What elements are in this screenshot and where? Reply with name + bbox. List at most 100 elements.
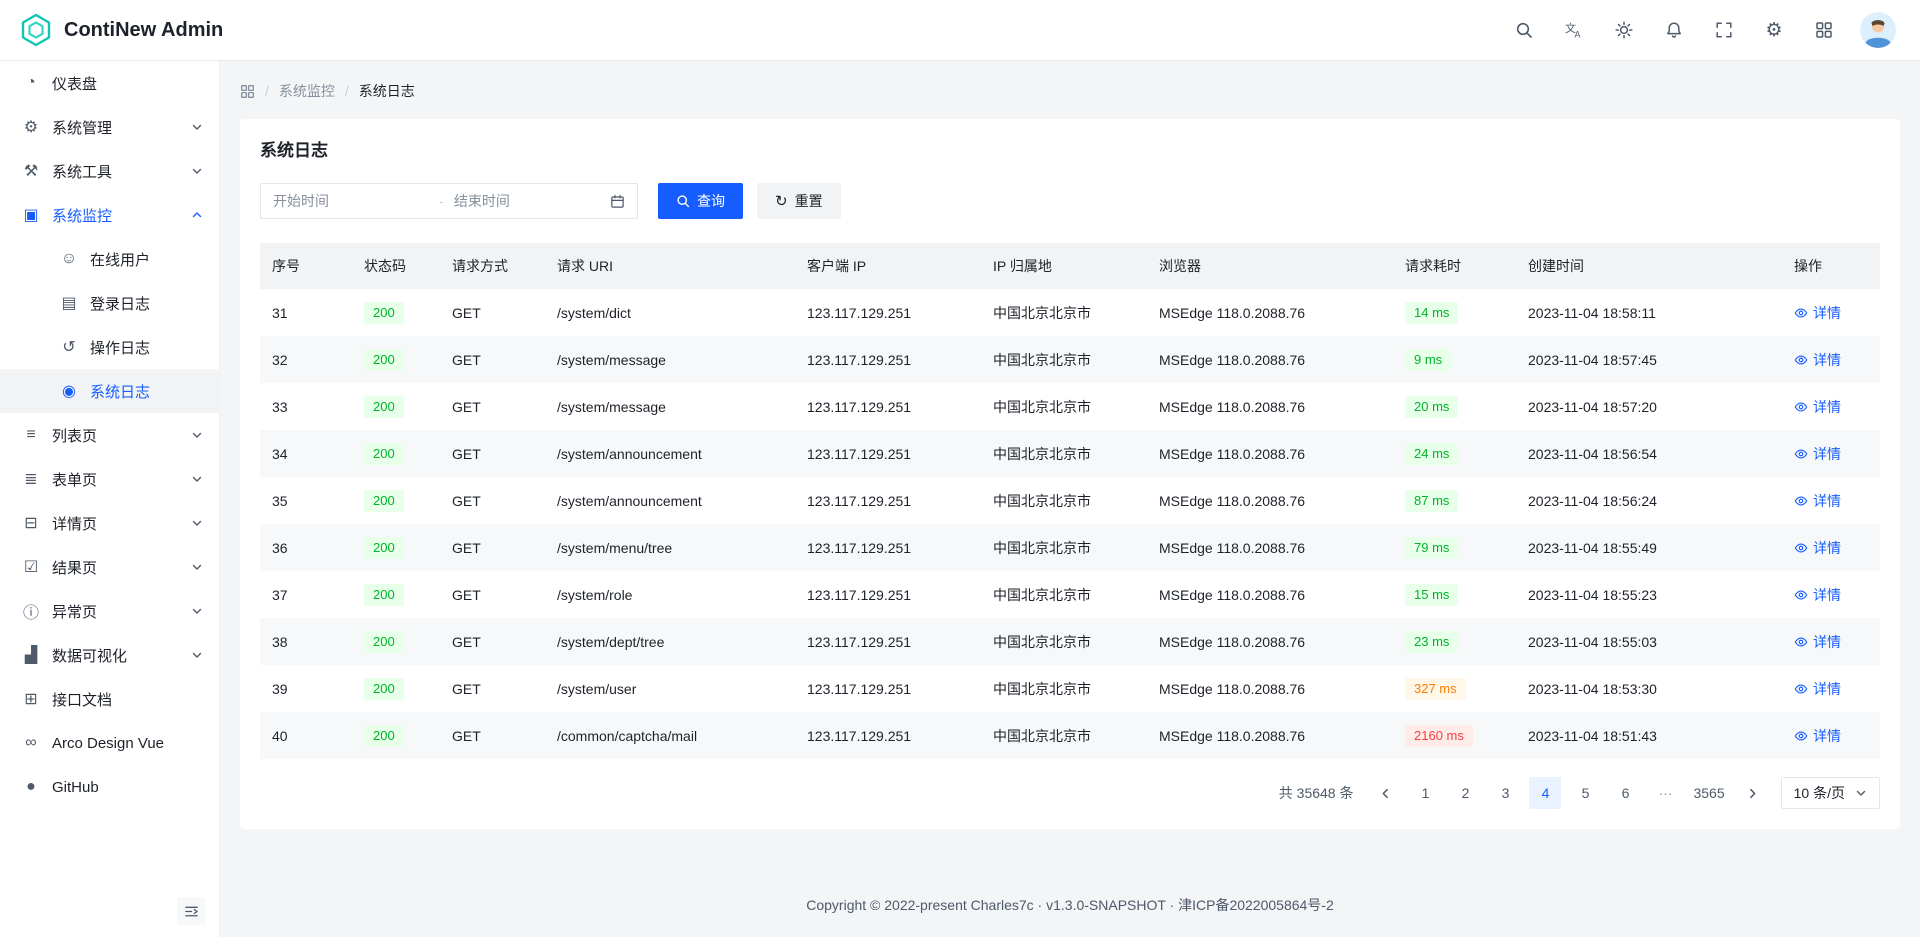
sidebar-item-detail-page[interactable]: ⊟详情页	[0, 501, 219, 545]
sidebar-item-login-log[interactable]: ▤登录日志	[0, 281, 219, 325]
ip-location: 中国北京北京市	[981, 477, 1147, 524]
sidebar-item-label: 仪表盘	[52, 73, 97, 94]
reset-button[interactable]: ↻ 重置	[757, 183, 841, 219]
column-header: 序号	[260, 243, 352, 289]
request-method: GET	[440, 289, 545, 336]
duration-badge: 15 ms	[1405, 584, 1458, 606]
row-no: 32	[260, 336, 352, 383]
detail-link[interactable]: 详情	[1794, 632, 1841, 652]
sidebar-item-data-visualization[interactable]: ▟数据可视化	[0, 633, 219, 677]
row-no: 40	[260, 712, 352, 759]
apps-grid-icon[interactable]	[240, 84, 255, 99]
client-ip: 123.117.129.251	[795, 289, 981, 336]
sidebar-item-arco-design-vue[interactable]: ∞Arco Design Vue	[0, 721, 219, 765]
page-1[interactable]: 1	[1409, 777, 1441, 809]
sidebar-item-form-page[interactable]: ≣表单页	[0, 457, 219, 501]
sidebar-item-system-monitor[interactable]: ▣系统监控	[0, 193, 219, 237]
eye-icon	[1794, 306, 1808, 320]
chevron-down-icon	[191, 165, 203, 177]
log-row: 35200GET/system/announcement123.117.129.…	[260, 477, 1880, 524]
duration-badge: 20 ms	[1405, 396, 1458, 418]
detail-link[interactable]: 详情	[1794, 538, 1841, 558]
detail-link[interactable]: 详情	[1794, 585, 1841, 605]
status-badge: 200	[364, 537, 404, 559]
avatar[interactable]	[1860, 12, 1896, 48]
page-6[interactable]: 6	[1609, 777, 1641, 809]
result-icon: ☑	[21, 557, 41, 577]
sidebar-item-label: 在线用户	[90, 249, 150, 270]
sidebar-item-online-users[interactable]: ☺ 在线用户	[0, 237, 219, 281]
sidebar-item-system-management[interactable]: ⚙系统管理	[0, 105, 219, 149]
footer-copyright: Copyright © 2022-present Charles7c · v1.…	[220, 895, 1920, 915]
tools-icon: ⚒	[21, 161, 41, 181]
status-badge: 200	[364, 584, 404, 606]
duration-badge: 327 ms	[1405, 678, 1466, 700]
next-page-icon[interactable]	[1737, 777, 1769, 809]
eye-icon	[1794, 682, 1808, 696]
breadcrumb: / 系统监控 / 系统日志	[220, 61, 1920, 103]
status-badge: 200	[364, 396, 404, 418]
breadcrumb-parent[interactable]: 系统监控	[279, 81, 335, 101]
prev-page-icon[interactable]	[1369, 777, 1401, 809]
reset-button-label: 重置	[795, 194, 823, 208]
collapse-sidebar-icon[interactable]	[177, 897, 205, 925]
brand: ContiNew Admin	[18, 12, 223, 48]
ip-location: 中国北京北京市	[981, 571, 1147, 618]
online-user-icon: ☺	[59, 250, 79, 268]
translate-icon[interactable]: 文A	[1564, 20, 1584, 40]
sidebar-item-api-doc[interactable]: ⊞接口文档	[0, 677, 219, 721]
detail-link[interactable]: 详情	[1794, 444, 1841, 464]
app-logo-icon	[18, 12, 54, 48]
form-icon: ≣	[21, 469, 41, 489]
detail-link[interactable]: 详情	[1794, 303, 1841, 323]
page-3[interactable]: 3	[1489, 777, 1521, 809]
notification-bell-icon[interactable]	[1664, 20, 1684, 40]
column-header: IP 归属地	[981, 243, 1147, 289]
date-range-picker[interactable]: 开始时间 - 结束时间	[260, 183, 638, 219]
monitor-icon: ▣	[21, 205, 41, 225]
sidebar-item-system-tools[interactable]: ⚒系统工具	[0, 149, 219, 193]
page-5[interactable]: 5	[1569, 777, 1601, 809]
detail-link[interactable]: 详情	[1794, 679, 1841, 699]
page-size-select[interactable]: 10 条/页	[1781, 777, 1880, 809]
sidebar-item-system-log[interactable]: ◉系统日志	[0, 369, 219, 413]
created-time: 2023-11-04 18:58:11	[1516, 289, 1782, 336]
sidebar-item-operation-log[interactable]: ↺操作日志	[0, 325, 219, 369]
request-method: GET	[440, 618, 545, 665]
sidebar-item-label: Arco Design Vue	[52, 735, 164, 752]
detail-link[interactable]: 详情	[1794, 491, 1841, 511]
theme-light-icon[interactable]	[1614, 20, 1634, 40]
search-icon[interactable]	[1514, 20, 1534, 40]
duration-badge: 23 ms	[1405, 631, 1458, 653]
sidebar-item-label: 接口文档	[52, 689, 112, 710]
browser: MSEdge 118.0.2088.76	[1147, 289, 1393, 336]
ip-location: 中国北京北京市	[981, 618, 1147, 665]
log-row: 38200GET/system/dept/tree123.117.129.251…	[260, 618, 1880, 665]
sidebar-item-dashboard[interactable]: ◔ 仪表盘	[0, 61, 219, 105]
browser: MSEdge 118.0.2088.76	[1147, 571, 1393, 618]
layout-grid-icon[interactable]	[1814, 20, 1834, 40]
page-2[interactable]: 2	[1449, 777, 1481, 809]
detail-link[interactable]: 详情	[1794, 726, 1841, 746]
pagination-more[interactable]: ···	[1649, 777, 1681, 809]
created-time: 2023-11-04 18:53:30	[1516, 665, 1782, 712]
ip-location: 中国北京北京市	[981, 383, 1147, 430]
dashboard-icon: ◔	[21, 74, 41, 92]
search-button-label: 查询	[697, 194, 725, 208]
page-3565[interactable]: 3565	[1689, 777, 1728, 809]
sidebar-item-list-page[interactable]: ≡列表页	[0, 413, 219, 457]
sidebar-item-exception-page[interactable]: ⓘ异常页	[0, 589, 219, 633]
sidebar-item-github[interactable]: ●GitHub	[0, 765, 219, 809]
created-time: 2023-11-04 18:56:54	[1516, 430, 1782, 477]
header: ContiNew Admin 文A ⚙	[0, 0, 1920, 61]
detail-link[interactable]: 详情	[1794, 397, 1841, 417]
detail-link[interactable]: 详情	[1794, 350, 1841, 370]
page-4[interactable]: 4	[1529, 777, 1561, 809]
sidebar-item-result-page[interactable]: ☑结果页	[0, 545, 219, 589]
settings-gear-icon[interactable]: ⚙	[1764, 20, 1784, 40]
page-title: 系统日志	[260, 139, 1880, 163]
fullscreen-icon[interactable]	[1714, 20, 1734, 40]
log-row: 33200GET/system/message123.117.129.251中国…	[260, 383, 1880, 430]
chart-icon: ▟	[21, 645, 41, 665]
search-button[interactable]: 查询	[658, 183, 743, 219]
